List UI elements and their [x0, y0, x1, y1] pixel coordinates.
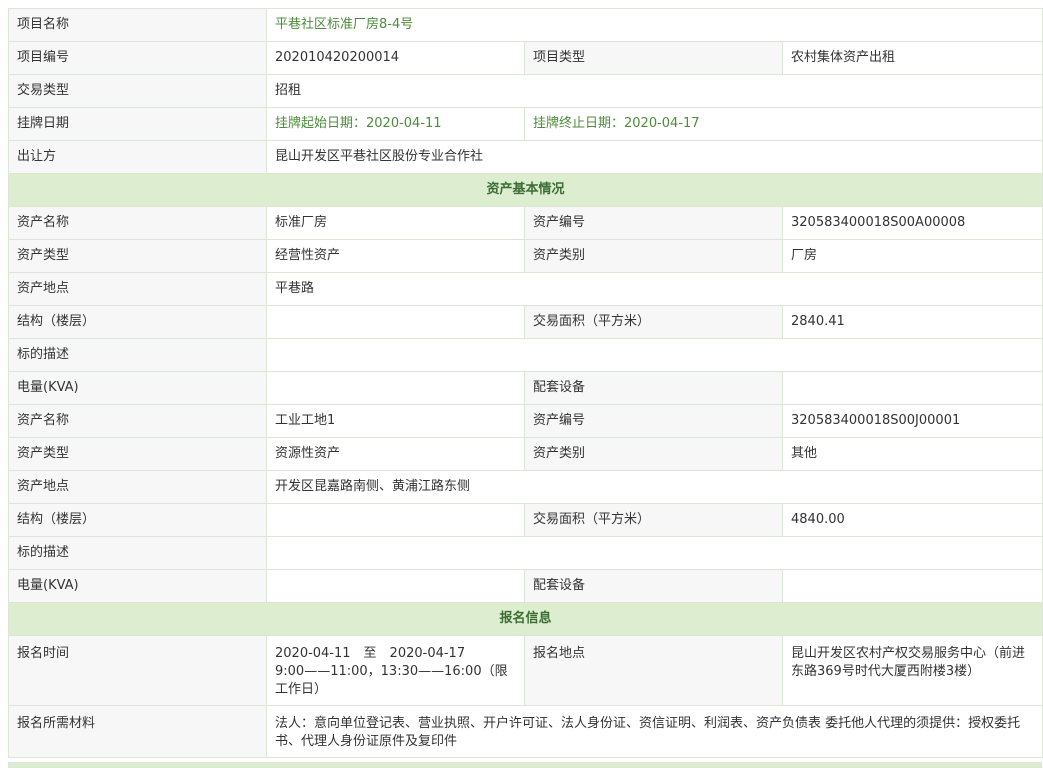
row-signup-time: 报名时间 2020-04-11 至 2020-04-17 9:00——11:00…	[8, 635, 1043, 706]
label-project-name: 项目名称	[8, 8, 267, 42]
value-asset-code: 320583400018S00J00001	[781, 404, 1043, 438]
label-asset-type: 资产类型	[8, 239, 267, 273]
asset-1-row-name: 资产名称 标准厂房 资产编号 320583400018S00A00008	[8, 206, 1043, 240]
asset-2-row-location: 资产地点 开发区昆嘉路南侧、黄浦江路东侧	[8, 470, 1043, 504]
value-asset-name: 工业工地1	[266, 404, 525, 438]
value-facilities	[781, 371, 1043, 405]
label-trade-type: 交易类型	[8, 74, 267, 108]
label-asset-name: 资产名称	[8, 206, 267, 240]
label-asset-location: 资产地点	[8, 470, 267, 504]
value-transferor: 昆山开发区平巷社区股份专业合作社	[265, 140, 1043, 174]
label-structure: 结构（楼层）	[8, 305, 267, 339]
value-signup-time: 2020-04-11 至 2020-04-17 9:00——11:00，13:3…	[266, 635, 525, 706]
asset-2-row-power: 电量(KVA) 配套设备	[8, 569, 1043, 603]
asset-1-row-structure: 结构（楼层） 交易面积（平方米） 2840.41	[8, 305, 1043, 339]
value-trade-type: 招租	[265, 74, 1043, 108]
label-asset-type: 资产类型	[8, 437, 267, 471]
value-power	[266, 371, 525, 405]
section-title-asset-basic: 资产基本情况	[7, 173, 1043, 207]
label-asset-code: 资产编号	[524, 206, 783, 240]
asset-1-row-desc: 标的描述	[8, 338, 1043, 372]
asset-1-row-type: 资产类型 经营性资产 资产类别 厂房	[8, 239, 1043, 273]
value-facilities	[781, 569, 1043, 603]
label-signup-materials: 报名所需材料	[8, 705, 267, 758]
label-signup-place: 报名地点	[524, 635, 783, 706]
row-project-name: 项目名称 平巷社区标准厂房8-4号	[8, 8, 1043, 42]
project-detail-table: 项目名称 平巷社区标准厂房8-4号 项目编号 202010420200014 项…	[7, 8, 1043, 758]
label-transferor: 出让方	[8, 140, 267, 174]
section-title-signup-info: 报名信息	[7, 602, 1043, 636]
label-project-type: 项目类型	[524, 41, 783, 75]
value-power	[266, 569, 525, 603]
value-listing-end: 挂牌终止日期：2020-04-17	[523, 107, 1043, 141]
label-signup-time: 报名时间	[8, 635, 267, 706]
label-trade-area: 交易面积（平方米）	[524, 503, 783, 537]
value-project-type: 农村集体资产出租	[781, 41, 1043, 75]
value-target-desc	[265, 338, 1043, 372]
row-transferor: 出让方 昆山开发区平巷社区股份专业合作社	[8, 140, 1043, 174]
value-asset-name: 标准厂房	[266, 206, 525, 240]
value-signup-materials: 法人：意向单位登记表、营业执照、开户许可证、法人身份证、资信证明、利润表、资产负…	[265, 705, 1043, 758]
project-detail: 项目名称 平巷社区标准厂房8-4号 项目编号 202010420200014 项…	[7, 8, 1043, 758]
label-power: 电量(KVA)	[8, 371, 267, 405]
asset-1-row-power: 电量(KVA) 配套设备	[8, 371, 1043, 405]
value-trade-area: 4840.00	[781, 503, 1043, 537]
value-asset-type: 资源性资产	[266, 437, 525, 471]
section-asset-basic: 资产基本情况	[7, 173, 1043, 207]
value-target-desc	[265, 536, 1043, 570]
label-target-desc: 标的描述	[8, 536, 267, 570]
value-listing-start: 挂牌起始日期：2020-04-11	[266, 107, 525, 141]
label-facilities: 配套设备	[524, 569, 783, 603]
label-asset-category: 资产类别	[524, 437, 783, 471]
label-listing-date: 挂牌日期	[8, 107, 267, 141]
value-structure	[266, 503, 525, 537]
label-asset-location: 资产地点	[8, 272, 267, 306]
row-trade-type: 交易类型 招租	[8, 74, 1043, 108]
asset-1-row-location: 资产地点 平巷路	[8, 272, 1043, 306]
asset-2-row-desc: 标的描述	[8, 536, 1043, 570]
value-asset-location: 开发区昆嘉路南侧、黄浦江路东侧	[265, 470, 1043, 504]
label-facilities: 配套设备	[524, 371, 783, 405]
value-project-name: 平巷社区标准厂房8-4号	[265, 8, 1043, 42]
label-project-code: 项目编号	[8, 41, 267, 75]
value-asset-category: 厂房	[781, 239, 1043, 273]
row-signup-materials: 报名所需材料 法人：意向单位登记表、营业执照、开户许可证、法人身份证、资信证明、…	[8, 705, 1043, 758]
signup-date-range: 2020-04-11 至 2020-04-17	[275, 646, 466, 661]
label-trade-area: 交易面积（平方米）	[524, 305, 783, 339]
value-asset-category: 其他	[781, 437, 1043, 471]
value-asset-code: 320583400018S00A00008	[781, 206, 1043, 240]
row-listing-date: 挂牌日期 挂牌起始日期：2020-04-11 挂牌终止日期：2020-04-17	[8, 107, 1043, 141]
asset-2-row-name: 资产名称 工业工地1 资产编号 320583400018S00J00001	[8, 404, 1043, 438]
value-structure	[266, 305, 525, 339]
next-section-edge	[8, 762, 1042, 768]
asset-2-row-type: 资产类型 资源性资产 资产类别 其他	[8, 437, 1043, 471]
label-asset-category: 资产类别	[524, 239, 783, 273]
value-project-code: 202010420200014	[266, 41, 525, 75]
value-signup-place: 昆山开发区农村产权交易服务中心（前进东路369号时代大厦西附楼3楼）	[781, 635, 1043, 706]
label-asset-code: 资产编号	[524, 404, 783, 438]
label-structure: 结构（楼层）	[8, 503, 267, 537]
asset-2-row-structure: 结构（楼层） 交易面积（平方米） 4840.00	[8, 503, 1043, 537]
label-target-desc: 标的描述	[8, 338, 267, 372]
signup-hours: 9:00——11:00，13:30——16:00（限工作日）	[275, 664, 508, 697]
row-project-code: 项目编号 202010420200014 项目类型 农村集体资产出租	[8, 41, 1043, 75]
value-asset-type: 经营性资产	[266, 239, 525, 273]
label-power: 电量(KVA)	[8, 569, 267, 603]
value-asset-location: 平巷路	[265, 272, 1043, 306]
section-signup-info: 报名信息	[7, 602, 1043, 636]
value-trade-area: 2840.41	[781, 305, 1043, 339]
label-asset-name: 资产名称	[8, 404, 267, 438]
